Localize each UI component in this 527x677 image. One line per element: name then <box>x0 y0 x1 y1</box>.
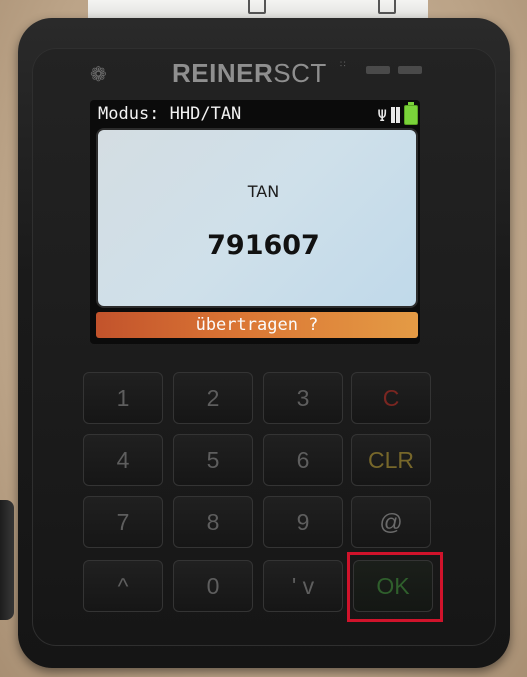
status-led <box>366 66 390 74</box>
mode-label: Modus: HHD/TAN <box>98 104 242 124</box>
usb-icon: Ψ <box>377 105 387 125</box>
key-1[interactable]: 1 <box>83 372 163 424</box>
status-bar: Modus: HHD/TAN Ψ <box>98 102 420 126</box>
key-5[interactable]: 5 <box>173 434 253 486</box>
tan-value: 791607 <box>207 230 320 261</box>
brand-logo: REINERSCT <box>172 58 327 88</box>
tan-label: TAN <box>247 182 280 201</box>
status-led <box>398 66 422 74</box>
key-4[interactable]: 4 <box>83 434 163 486</box>
key-6[interactable]: 6 <box>263 434 343 486</box>
key-8[interactable]: 8 <box>173 496 253 548</box>
key-at[interactable]: @ <box>351 496 431 548</box>
cable-shadow <box>0 500 14 620</box>
key-c[interactable]: C <box>351 372 431 424</box>
key-3[interactable]: 3 <box>263 372 343 424</box>
key-up-arrow[interactable]: ^ <box>83 560 163 612</box>
key-2[interactable]: 2 <box>173 372 253 424</box>
key-9[interactable]: 9 <box>263 496 343 548</box>
bluetooth-icon: ❁ <box>90 62 107 86</box>
status-icons: Ψ <box>377 102 418 126</box>
trademark-icon: ∷ <box>340 60 346 70</box>
key-7[interactable]: 7 <box>83 496 163 548</box>
key-clr[interactable]: CLR <box>351 434 431 486</box>
paper-mark <box>248 0 266 14</box>
signal-icon <box>391 107 400 123</box>
ok-key-highlight <box>347 552 443 622</box>
transfer-prompt: übertragen ? <box>96 312 418 338</box>
key-0[interactable]: 0 <box>173 560 253 612</box>
paper-mark <box>378 0 396 14</box>
tan-panel <box>96 128 418 308</box>
photo-scene: ❁ REINERSCT ∷ Modus: HHD/TAN Ψ TAN 79160… <box>0 0 527 677</box>
key-down-arrow[interactable]: ' v <box>263 560 343 612</box>
battery-icon <box>404 102 418 125</box>
